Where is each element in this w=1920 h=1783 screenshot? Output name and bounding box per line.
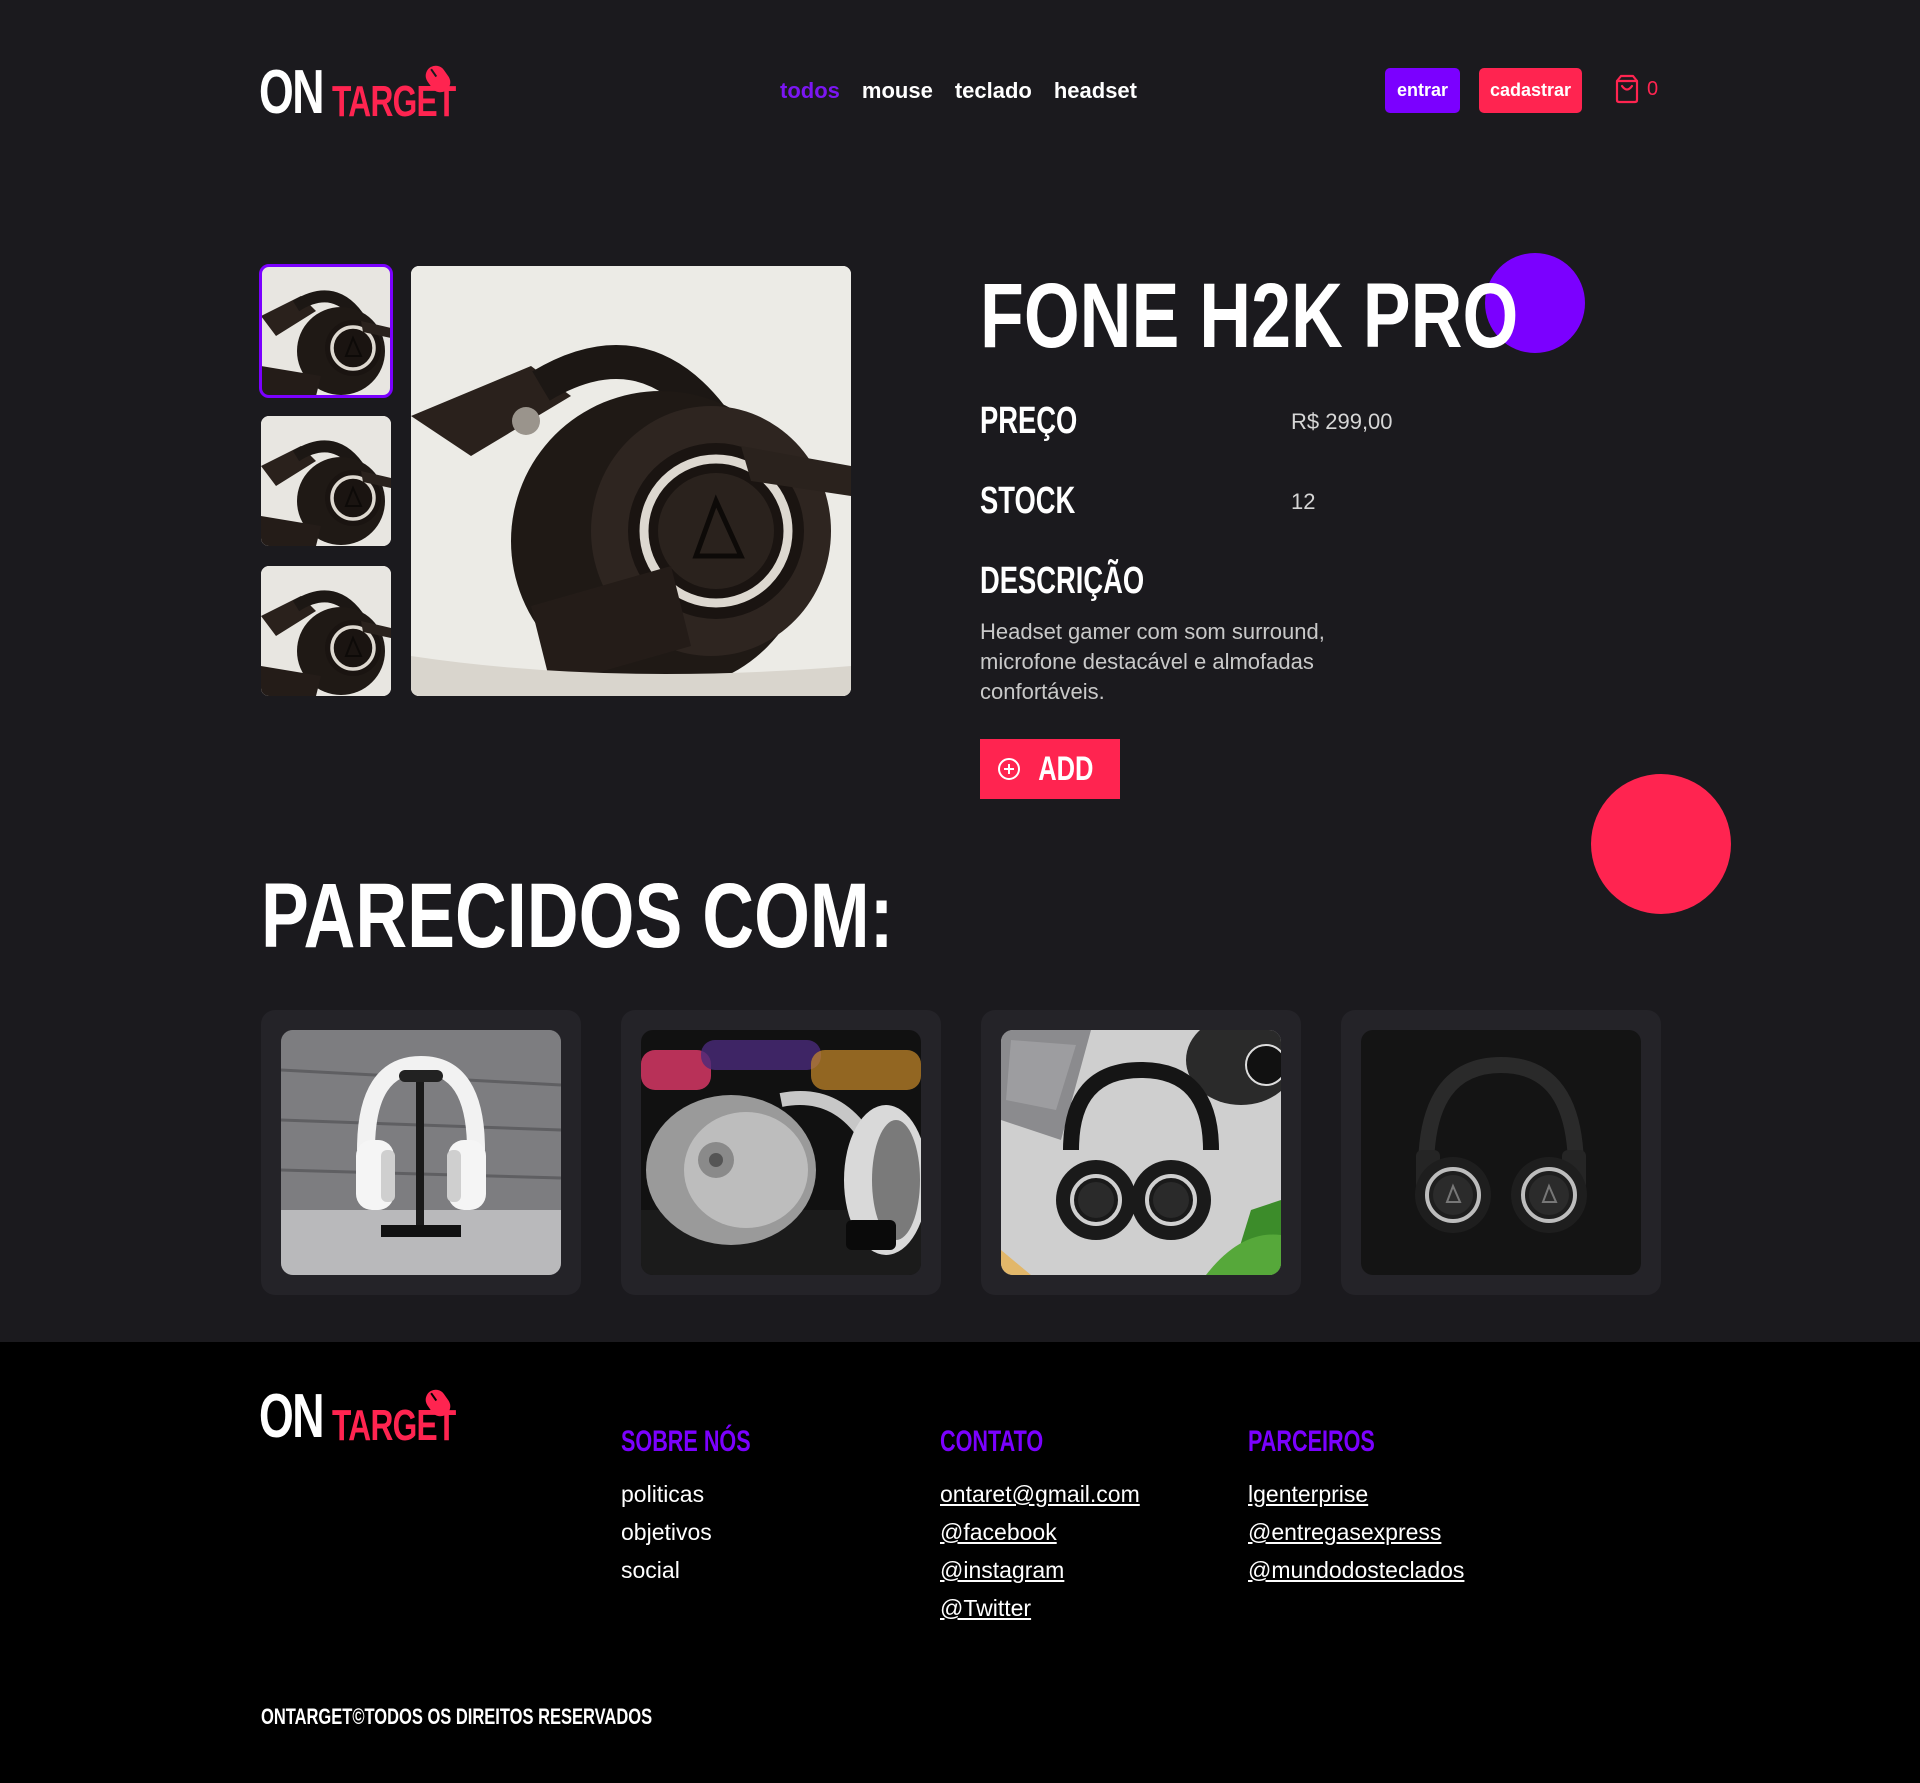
stock-value: 12: [1291, 489, 1316, 514]
footer-about: SOBRE NÓS politicas objetivos social: [621, 1427, 801, 1589]
decorative-red-circle: [1591, 774, 1731, 914]
footer-link-mundodosteclados[interactable]: @mundodosteclados: [1248, 1551, 1464, 1589]
price-label: PREÇO: [980, 400, 1078, 442]
mouse-icon: [425, 1389, 451, 1417]
similar-product-image: [1001, 1030, 1281, 1275]
product-main-image: [411, 266, 851, 696]
footer-link-entregasexpress[interactable]: @entregasexpress: [1248, 1513, 1464, 1551]
similar-section-title: PARECIDOS COM:: [261, 865, 894, 967]
footer-link-social[interactable]: social: [621, 1551, 801, 1589]
product-title: FONE H2K PRO: [980, 265, 1519, 367]
footer-link-email[interactable]: ontaret@gmail.com: [940, 1475, 1140, 1513]
footer-link-facebook[interactable]: @facebook: [940, 1513, 1140, 1551]
cart-count: 0: [1647, 77, 1659, 100]
logo[interactable]: ON TARGET: [259, 58, 464, 127]
footer-partners: PARCEIROS lgenterprise @entregasexpress …: [1248, 1427, 1464, 1589]
nav-item-mouse[interactable]: mouse: [862, 78, 933, 104]
signup-button[interactable]: cadastrar: [1479, 68, 1582, 113]
footer: ON TARGET SOBRE NÓS politicas objetivos …: [0, 1342, 1920, 1783]
copyright-text: ONTARGET©TODOS OS DIREITOS RESERVADOS: [261, 1704, 653, 1729]
header: ON TARGET todos mouse teclado headset en…: [0, 0, 1920, 185]
shopping-bag-icon: [1615, 74, 1639, 104]
description-text: Headset gamer com som surround, microfon…: [980, 619, 1325, 704]
mouse-icon: [425, 65, 451, 93]
product-thumbnail-2[interactable]: [261, 416, 391, 546]
description-label: DESCRIÇÃO: [980, 560, 1145, 602]
footer-link-twitter[interactable]: @Twitter: [940, 1589, 1140, 1627]
footer-link-lgenterprise[interactable]: lgenterprise: [1248, 1475, 1464, 1513]
cart-button[interactable]: 0: [1613, 74, 1658, 104]
footer-contact-title: CONTATO: [940, 1425, 1044, 1458]
nav-item-headset[interactable]: headset: [1054, 78, 1137, 104]
similar-product-card[interactable]: [621, 1010, 941, 1295]
footer-about-title: SOBRE NÓS: [621, 1425, 751, 1458]
nav-item-todos[interactable]: todos: [780, 78, 840, 104]
footer-partners-title: PARCEIROS: [1248, 1425, 1375, 1458]
logo-on: ON: [259, 58, 325, 127]
add-to-cart-button[interactable]: ADD: [980, 739, 1120, 799]
main-nav: todos mouse teclado headset: [780, 78, 1137, 104]
footer-link-politicas[interactable]: politicas: [621, 1475, 801, 1513]
similar-product-card[interactable]: [981, 1010, 1301, 1295]
similar-product-image: [641, 1030, 921, 1275]
add-button-label: ADD: [1038, 750, 1094, 788]
plus-circle-icon: [998, 758, 1021, 780]
stock-label: STOCK: [980, 480, 1076, 522]
login-button[interactable]: entrar: [1385, 68, 1460, 113]
footer-contact: CONTATO ontaret@gmail.com @facebook @ins…: [940, 1427, 1140, 1627]
similar-product-image: [281, 1030, 561, 1275]
footer-link-objetivos[interactable]: objetivos: [621, 1513, 801, 1551]
similar-product-card[interactable]: [261, 1010, 581, 1295]
footer-link-instagram[interactable]: @instagram: [940, 1551, 1140, 1589]
product-thumbnail-3[interactable]: [261, 566, 391, 696]
similar-product-card[interactable]: [1341, 1010, 1661, 1295]
price-value: R$ 299,00: [1291, 409, 1393, 434]
nav-item-teclado[interactable]: teclado: [955, 78, 1032, 104]
similar-product-image: [1361, 1030, 1641, 1275]
product-thumbnail-1[interactable]: [259, 264, 393, 398]
logo-on: ON: [259, 1382, 325, 1451]
footer-logo[interactable]: ON TARGET: [259, 1382, 464, 1451]
